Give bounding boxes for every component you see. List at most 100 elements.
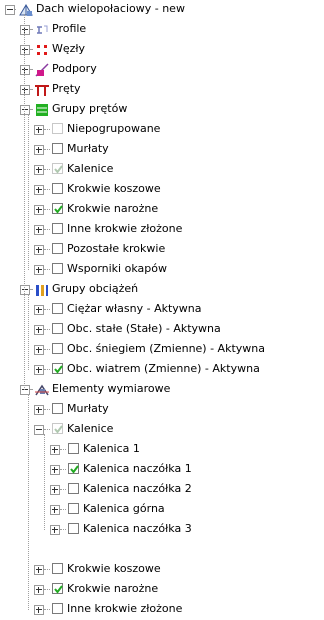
item-checkbox[interactable] — [52, 183, 63, 194]
tree-item-ridge[interactable]: Kalenica naczółka 2 — [0, 480, 324, 500]
tree-item-ridge[interactable]: Kalenica naczółka 1 — [0, 460, 324, 480]
tree-connector — [30, 89, 32, 90]
tree-connector — [30, 49, 32, 50]
item-checkbox[interactable] — [68, 443, 79, 454]
tree-item-bar-group[interactable]: Inne krokwie złożone — [0, 220, 324, 240]
tree-item-label: Elementy wymiarowe — [52, 382, 171, 395]
tree-item-load-group[interactable]: Obc. śniegiem (Zmienne) - Aktywna — [0, 340, 324, 360]
expand-icon[interactable] — [20, 25, 30, 35]
tree-connector — [30, 109, 32, 110]
check-icon — [54, 585, 63, 594]
collapse-icon[interactable] — [5, 5, 15, 15]
expand-icon[interactable] — [50, 485, 60, 495]
item-checkbox[interactable] — [68, 463, 79, 474]
item-checkbox[interactable] — [68, 503, 79, 514]
item-checkbox[interactable] — [52, 563, 63, 574]
tree-item-bar-group[interactable]: Krokwie narożne — [0, 200, 324, 220]
tree-node-profile[interactable]: Profile — [0, 20, 324, 40]
item-checkbox[interactable] — [52, 403, 63, 414]
tree-item-label: Murłaty — [67, 142, 109, 155]
tree-item-load-group[interactable]: Obc. wiatrem (Zmienne) - Aktywna — [0, 360, 324, 380]
tree-item-label: Krokwie narożne — [67, 582, 159, 595]
item-checkbox[interactable] — [52, 163, 63, 174]
item-checkbox[interactable] — [68, 483, 79, 494]
tree-item-label: Pręty — [52, 82, 81, 95]
expand-icon[interactable] — [34, 365, 44, 375]
expand-icon[interactable] — [34, 585, 44, 595]
tree-item-ridge[interactable]: Kalenica naczółka 3 — [0, 520, 324, 540]
expand-icon[interactable] — [50, 505, 60, 515]
tree-item-design-element[interactable]: Krokwie koszowe — [0, 560, 324, 580]
bars-icon — [34, 82, 50, 98]
item-checkbox[interactable] — [52, 223, 63, 234]
expand-icon[interactable] — [34, 145, 44, 155]
expand-icon[interactable] — [20, 65, 30, 75]
tree-connector — [60, 489, 66, 490]
expand-icon[interactable] — [50, 465, 60, 475]
item-checkbox[interactable] — [52, 123, 63, 134]
expand-icon[interactable] — [34, 305, 44, 315]
expand-icon[interactable] — [20, 45, 30, 55]
tree-item-bar-group[interactable]: Murłaty — [0, 140, 324, 160]
item-checkbox[interactable] — [68, 523, 79, 534]
expand-icon[interactable] — [34, 325, 44, 335]
item-checkbox[interactable] — [52, 323, 63, 334]
tree-item-bar-group[interactable]: Wsporniki okapów — [0, 260, 324, 280]
tree-item-bar-group[interactable]: Niepogrupowane — [0, 120, 324, 140]
expand-icon[interactable] — [34, 265, 44, 275]
expand-icon[interactable] — [34, 165, 44, 175]
item-checkbox[interactable] — [52, 583, 63, 594]
tree-item-bar-group[interactable]: Krokwie koszowe — [0, 180, 324, 200]
tree-connector — [44, 589, 50, 590]
tree-node-bars[interactable]: Pręty — [0, 80, 324, 100]
tree-item-load-group[interactable]: Ciężar własny - Aktywna — [0, 300, 324, 320]
tree-node-supports[interactable]: Podpory — [0, 60, 324, 80]
tree-node-load-groups[interactable]: Grupy obciążeń — [0, 280, 324, 300]
item-checkbox[interactable] — [52, 303, 63, 314]
check-icon — [70, 465, 79, 474]
tree-connector — [44, 329, 50, 330]
tree-item-label: Obc. śniegiem (Zmienne) - Aktywna — [67, 342, 265, 355]
expand-icon[interactable] — [34, 405, 44, 415]
expand-icon[interactable] — [50, 445, 60, 455]
tree-connector — [44, 209, 50, 210]
tree-connector — [60, 529, 66, 530]
expand-icon[interactable] — [34, 605, 44, 615]
item-checkbox[interactable] — [52, 603, 63, 614]
tree-node-bar-groups[interactable]: Grupy prętów — [0, 100, 324, 120]
item-checkbox[interactable] — [52, 423, 63, 434]
expand-icon[interactable] — [34, 125, 44, 135]
tree-item-bar-group[interactable]: Kalenice — [0, 160, 324, 180]
expand-icon[interactable] — [34, 345, 44, 355]
tree-item-ridge[interactable]: Kalenica 1 — [0, 440, 324, 460]
tree-item-load-group[interactable]: Obc. stałe (Stałe) - Aktywna — [0, 320, 324, 340]
check-icon — [54, 205, 63, 214]
expand-icon[interactable] — [34, 565, 44, 575]
tree-item-design-element[interactable]: Murłaty — [0, 400, 324, 420]
tree-connector — [30, 389, 32, 390]
expand-icon[interactable] — [20, 85, 30, 95]
tree-item-design-element[interactable]: Krokwie narożne — [0, 580, 324, 600]
tree-item-label: Wsporniki okapów — [67, 262, 167, 275]
tree-node-nodes[interactable]: Węzły — [0, 40, 324, 60]
item-checkbox[interactable] — [52, 363, 63, 374]
tree-root-label: Dach wielopołaciowy - new — [36, 2, 185, 15]
expand-icon[interactable] — [34, 245, 44, 255]
expand-icon[interactable] — [34, 225, 44, 235]
tree-item-design-element[interactable]: Inne krokwie złożone — [0, 600, 324, 620]
item-checkbox[interactable] — [52, 143, 63, 154]
item-checkbox[interactable] — [52, 263, 63, 274]
tree-node-design-elements[interactable]: Elementy wymiarowe — [0, 380, 324, 400]
tree-item-bar-group[interactable]: Pozostałe krokwie — [0, 240, 324, 260]
expand-icon[interactable] — [34, 185, 44, 195]
tree-item-label: Kalenice — [67, 422, 114, 435]
item-checkbox[interactable] — [52, 243, 63, 254]
tree-root[interactable]: Dach wielopołaciowy - new — [0, 0, 324, 20]
expand-icon[interactable] — [50, 525, 60, 535]
item-checkbox[interactable] — [52, 203, 63, 214]
tree-item-ridge[interactable]: Kalenica górna — [0, 500, 324, 520]
tree-item-design-element[interactable]: Kalenice — [0, 420, 324, 440]
expand-icon[interactable] — [34, 205, 44, 215]
item-checkbox[interactable] — [52, 343, 63, 354]
collapse-icon[interactable] — [34, 425, 44, 435]
